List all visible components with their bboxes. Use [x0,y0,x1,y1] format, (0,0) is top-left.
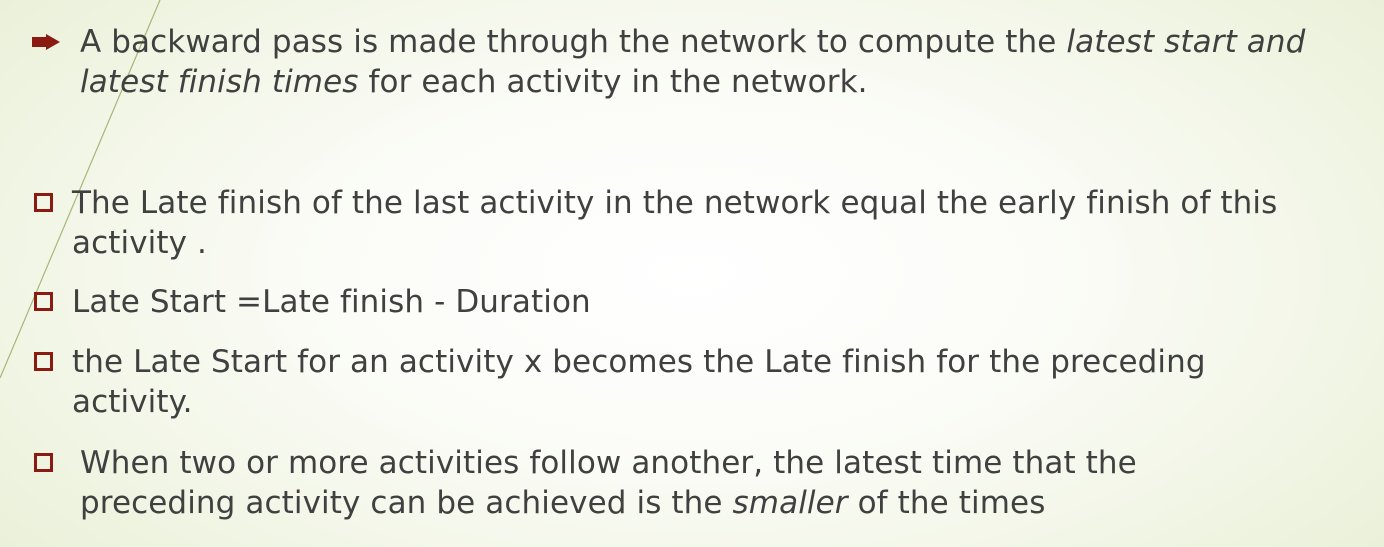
intro-paragraph: A backward pass is made through the netw… [80,22,1320,102]
square-bullet-icon [34,352,53,371]
intro-text-1: A backward pass is made through the netw… [80,24,1067,60]
slide: A backward pass is made through the netw… [0,0,1384,547]
bullet-text: Late Start =Late finish - Duration [72,284,591,320]
bullet-two-or-more: When two or more activities follow anoth… [80,443,1220,523]
square-bullet-icon [34,453,53,472]
square-bullet-icon [34,193,53,212]
square-bullet-icon [34,292,53,311]
bullet-text: The Late finish of the last activity in … [72,185,1278,261]
bullet-late-finish: The Late finish of the last activity in … [72,183,1332,263]
arrow-bullet-icon [32,34,60,50]
bullet-preceding-activity: the Late Start for an activity x becomes… [72,342,1302,422]
bullet-text-2: of the times [847,485,1046,521]
intro-text-2: for each activity in the network. [358,64,868,100]
bullet-late-start: Late Start =Late finish - Duration [72,282,1332,322]
bullet-text: the Late Start for an activity x becomes… [72,344,1206,420]
bullet-italic: smaller [732,485,848,521]
